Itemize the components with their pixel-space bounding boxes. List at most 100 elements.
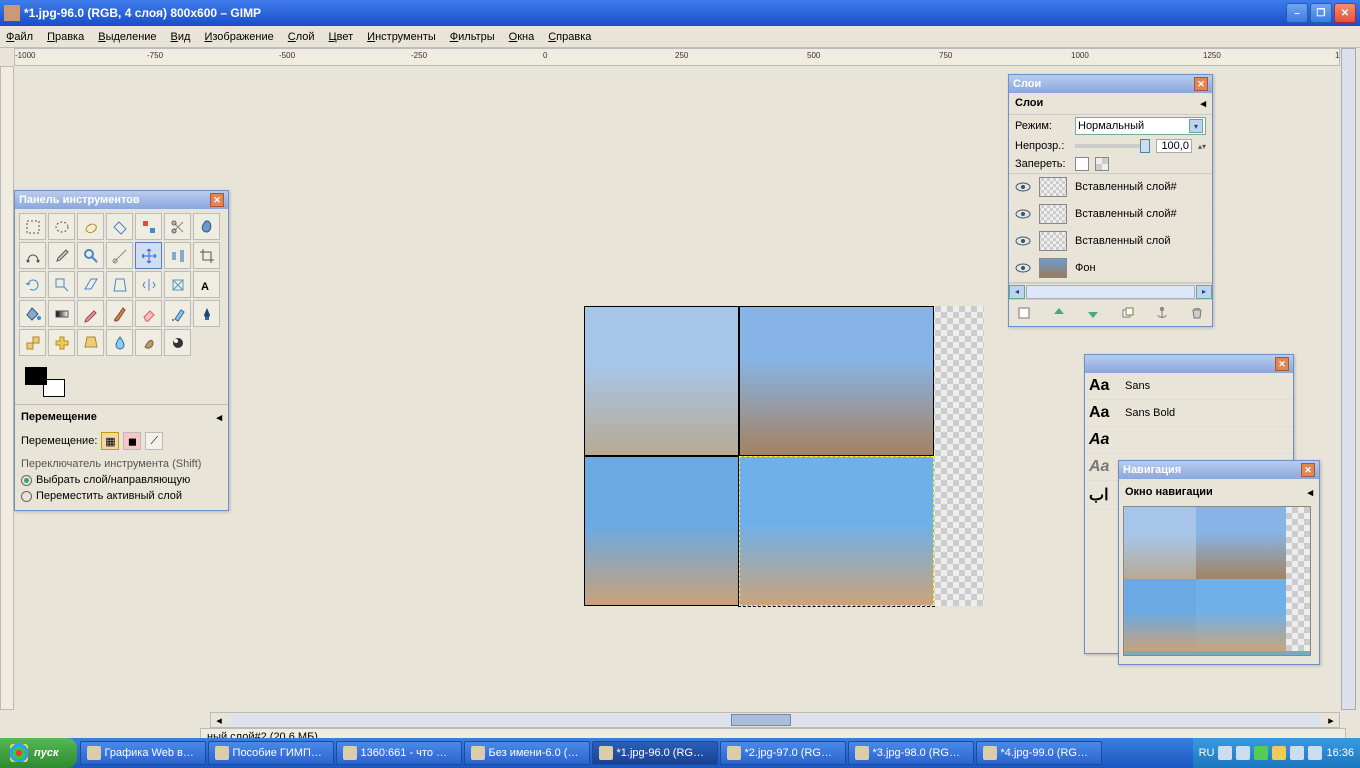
fg-color[interactable] <box>25 367 47 385</box>
eye-icon[interactable] <box>1015 181 1031 193</box>
lock-alpha-icon[interactable] <box>1095 157 1109 171</box>
move-icon[interactable] <box>135 242 162 269</box>
close-button[interactable]: ✕ <box>1334 3 1356 23</box>
move-mode-selection-icon[interactable]: ◼ <box>123 432 141 450</box>
fg-bg-colors[interactable] <box>25 367 65 397</box>
free-select-icon[interactable] <box>77 213 104 240</box>
opacity-value[interactable]: 100,0 <box>1156 139 1192 153</box>
layers-menu-icon[interactable]: ◂ <box>1200 97 1206 110</box>
ink-icon[interactable] <box>193 300 220 327</box>
tray-icon[interactable] <box>1308 746 1322 760</box>
clock[interactable]: 16:36 <box>1326 747 1354 759</box>
blend-icon[interactable] <box>48 300 75 327</box>
rotate-icon[interactable] <box>19 271 46 298</box>
opacity-slider[interactable] <box>1075 144 1150 148</box>
layer-item[interactable]: Вставленный слой# <box>1009 174 1212 201</box>
scale-icon[interactable] <box>48 271 75 298</box>
lang-indicator[interactable]: RU <box>1199 747 1215 759</box>
paintbrush-icon[interactable] <box>106 300 133 327</box>
tray-icon[interactable] <box>1290 746 1304 760</box>
main-hscroll[interactable]: ◂ ▸ <box>210 712 1340 728</box>
menu-select[interactable]: Выделение <box>98 31 156 43</box>
menu-image[interactable]: Изображение <box>204 31 273 43</box>
layer-item[interactable]: Фон <box>1009 255 1212 282</box>
bucket-fill-icon[interactable] <box>19 300 46 327</box>
heal-icon[interactable] <box>48 329 75 356</box>
lower-layer-icon[interactable] <box>1084 304 1102 322</box>
toolbox-title[interactable]: Панель инструментов ✕ <box>15 191 228 209</box>
perspective-icon[interactable] <box>106 271 133 298</box>
text-icon[interactable]: A <box>193 271 220 298</box>
taskbar-button[interactable]: Пособие ГИМП… <box>208 741 334 765</box>
dodge-burn-icon[interactable] <box>164 329 191 356</box>
clone-icon[interactable] <box>19 329 46 356</box>
menu-color[interactable]: Цвет <box>329 31 354 43</box>
pencil-icon[interactable] <box>77 300 104 327</box>
menu-filters[interactable]: Фильтры <box>450 31 495 43</box>
maximize-button[interactable]: ❐ <box>1310 3 1332 23</box>
taskbar-button[interactable]: *3.jpg-98.0 (RG… <box>848 741 974 765</box>
menu-edit[interactable]: Правка <box>47 31 84 43</box>
anchor-layer-icon[interactable] <box>1153 304 1171 322</box>
fuzzy-select-icon[interactable] <box>106 213 133 240</box>
raise-layer-icon[interactable] <box>1050 304 1068 322</box>
taskbar-button[interactable]: Без имени-6.0 (… <box>464 741 590 765</box>
taskbar-button[interactable]: Графика Web в… <box>80 741 206 765</box>
tray-icon[interactable] <box>1272 746 1286 760</box>
eraser-icon[interactable] <box>135 300 162 327</box>
measure-icon[interactable] <box>106 242 133 269</box>
move-mode-layer-icon[interactable]: ▦ <box>101 432 119 450</box>
menu-view[interactable]: Вид <box>171 31 191 43</box>
color-picker-icon[interactable] <box>48 242 75 269</box>
toolbox-close-icon[interactable]: ✕ <box>210 193 224 207</box>
by-color-select-icon[interactable] <box>135 213 162 240</box>
scrollbar-vertical[interactable] <box>1341 48 1356 710</box>
start-button[interactable]: пуск <box>0 738 77 768</box>
tray-icon[interactable] <box>1254 746 1268 760</box>
flip-icon[interactable] <box>135 271 162 298</box>
duplicate-layer-icon[interactable] <box>1119 304 1137 322</box>
layers-title[interactable]: Слои ✕ <box>1009 75 1212 93</box>
move-mode-path-icon[interactable]: ⟋ <box>145 432 163 450</box>
fonts-title[interactable]: ✕ <box>1085 355 1293 373</box>
ellipse-select-icon[interactable] <box>48 213 75 240</box>
layer-item[interactable]: Вставленный слой <box>1009 228 1212 255</box>
scroll-left-icon[interactable]: ◂ <box>1009 285 1025 299</box>
align-icon[interactable] <box>164 242 191 269</box>
tray-icon[interactable] <box>1218 746 1232 760</box>
radio-move-active[interactable] <box>21 491 32 502</box>
scroll-right-icon[interactable]: ▸ <box>1196 285 1212 299</box>
menu-file[interactable]: Файл <box>6 31 33 43</box>
delete-layer-icon[interactable] <box>1188 304 1206 322</box>
foreground-select-icon[interactable] <box>193 213 220 240</box>
eye-icon[interactable] <box>1015 262 1031 274</box>
layers-hscroll[interactable]: ◂ ▸ <box>1009 283 1212 299</box>
navigator-preview[interactable] <box>1123 506 1311 656</box>
layer-item[interactable]: Вставленный слой# <box>1009 201 1212 228</box>
taskbar-button[interactable]: *1.jpg-96.0 (RG… <box>592 741 718 765</box>
eye-icon[interactable] <box>1015 208 1031 220</box>
taskbar-button[interactable]: 1360:661 - что … <box>336 741 462 765</box>
perspective-clone-icon[interactable] <box>77 329 104 356</box>
menu-windows[interactable]: Окна <box>509 31 535 43</box>
menu-tools[interactable]: Инструменты <box>367 31 436 43</box>
font-row[interactable]: AaSans <box>1085 373 1293 400</box>
tool-options-menu-icon[interactable]: ◂ <box>216 411 222 424</box>
image-bottom-right-selected[interactable] <box>739 456 934 606</box>
menu-layer[interactable]: Слой <box>288 31 315 43</box>
paths-icon[interactable] <box>19 242 46 269</box>
taskbar-button[interactable]: *2.jpg-97.0 (RG… <box>720 741 846 765</box>
airbrush-icon[interactable] <box>164 300 191 327</box>
crop-icon[interactable] <box>193 242 220 269</box>
shear-icon[interactable] <box>77 271 104 298</box>
cage-icon[interactable] <box>164 271 191 298</box>
taskbar-button[interactable]: *4.jpg-99.0 (RG… <box>976 741 1102 765</box>
rect-select-icon[interactable] <box>19 213 46 240</box>
font-row[interactable]: AaSans Bold <box>1085 400 1293 427</box>
blur-icon[interactable] <box>106 329 133 356</box>
new-layer-icon[interactable] <box>1015 304 1033 322</box>
scissors-icon[interactable] <box>164 213 191 240</box>
minimize-button[interactable]: – <box>1286 3 1308 23</box>
layers-close-icon[interactable]: ✕ <box>1194 77 1208 91</box>
lock-pixels-checkbox[interactable] <box>1075 157 1089 171</box>
